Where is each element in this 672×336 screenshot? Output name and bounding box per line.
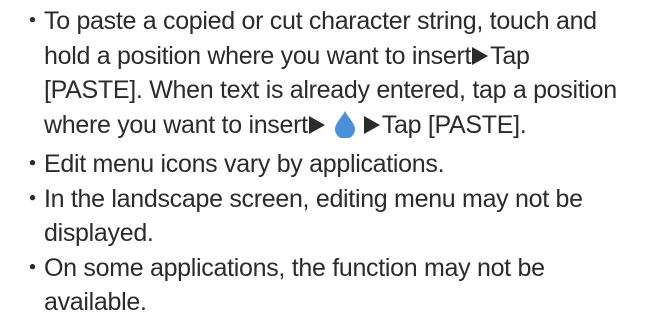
bullet: ・	[20, 184, 45, 213]
note-paste-tap-paste: Tap [PASTE].	[381, 110, 527, 139]
note-landscape-line-2: displayed.	[44, 219, 154, 247]
note-landscape: ・ In the landscape screen, editing menu …	[0, 182, 672, 251]
notes-list: ・ To paste a copied or cut character str…	[0, 4, 672, 320]
note-paste-line-1: To paste a copied or cut character strin…	[44, 7, 597, 35]
note-availability-line-1: On some applications, the function may n…	[44, 253, 545, 282]
bullet: ・	[20, 7, 45, 35]
right-triangle-icon	[308, 115, 325, 134]
note-landscape-line-1: In the landscape screen, editing menu ma…	[44, 184, 583, 213]
note-edit-menu-icons: ・ Edit menu icons vary by applications.	[0, 147, 672, 182]
note-paste-line-3: [PASTE]. When text is already entered, t…	[44, 76, 617, 104]
bullet: ・	[20, 253, 45, 282]
blue-drop-handle-icon	[333, 110, 357, 148]
note-paste-line-4: where you want to insert	[44, 110, 308, 139]
note-edit-menu-text: Edit menu icons vary by applications.	[44, 150, 445, 178]
note-availability: ・ On some applications, the function may…	[0, 251, 672, 320]
right-triangle-icon	[363, 115, 380, 134]
note-paste-tap: Tap	[490, 41, 530, 70]
note-paste-line-2: hold a position where you want to insert	[44, 41, 472, 70]
note-paste: ・ To paste a copied or cut character str…	[0, 4, 672, 147]
right-triangle-icon	[472, 46, 489, 65]
note-availability-line-2: available.	[44, 288, 147, 316]
bullet: ・	[20, 150, 45, 178]
